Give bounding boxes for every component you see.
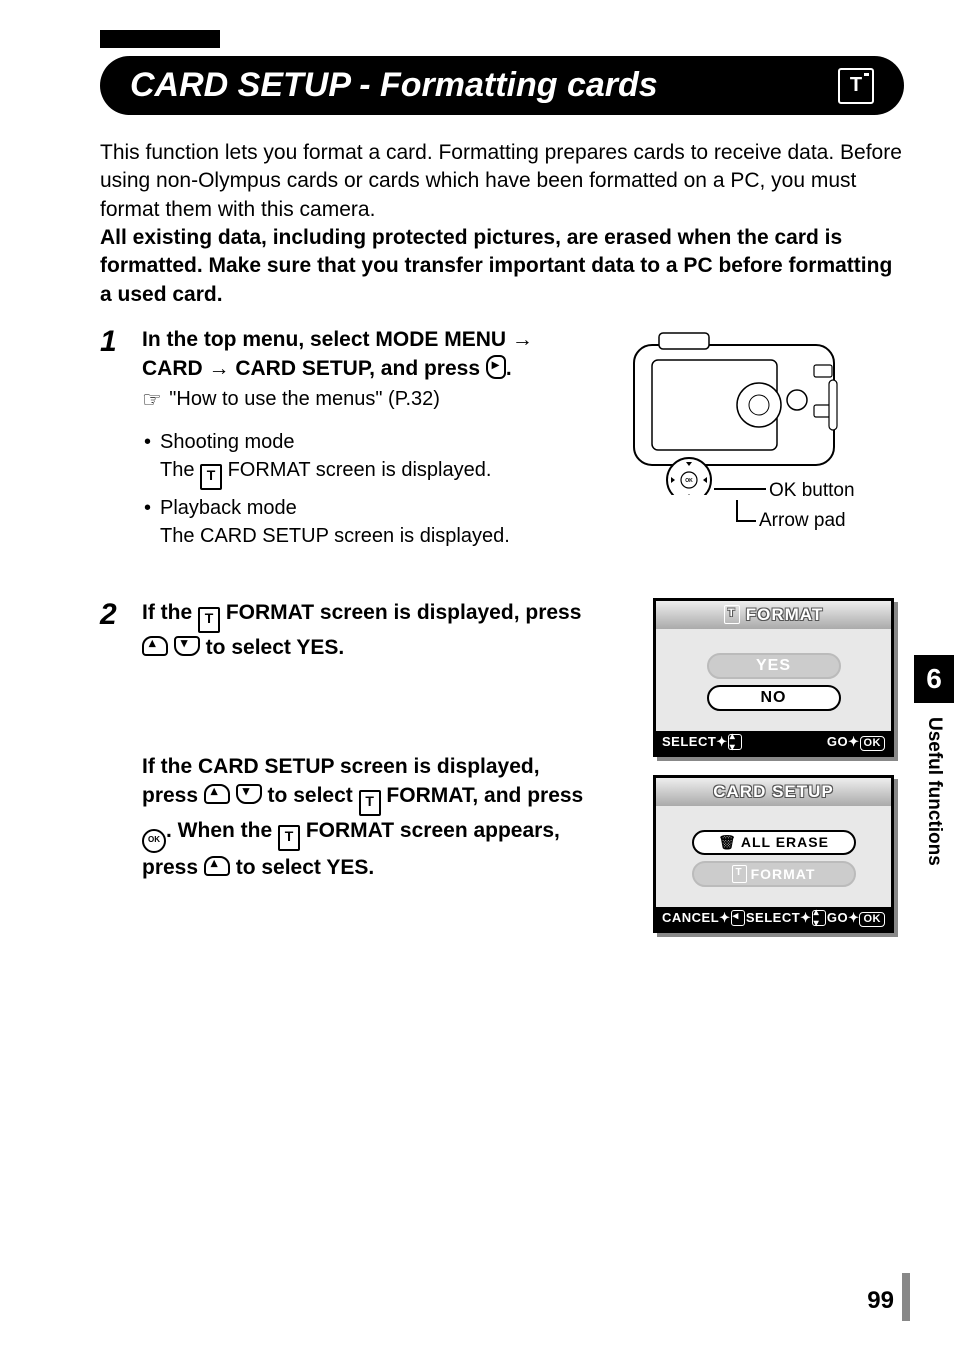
reference-pointer-icon: ☞	[142, 385, 162, 416]
screen-title: T FORMAT	[656, 601, 891, 629]
page-number: 99	[867, 1287, 894, 1315]
screen-title: CARD SETUP	[656, 778, 891, 806]
card-icon: T	[838, 68, 874, 104]
card-icon: T	[724, 605, 740, 624]
ok-indicator: OK	[860, 736, 886, 751]
page-tab-marker	[100, 30, 220, 48]
step1-bullets: Shooting mode The T FORMAT screen is dis…	[142, 428, 594, 550]
callout-arrow-pad: Arrow pad	[759, 510, 846, 532]
left-icon	[731, 910, 745, 926]
card-icon: T	[359, 790, 381, 816]
intro-paragraph: This function lets you format a card. Fo…	[100, 139, 904, 309]
screen-footer: CANCEL✦ SELECT✦ GO✦OK	[656, 907, 891, 930]
up-arrow-icon	[142, 636, 168, 656]
updown-icon	[812, 910, 826, 926]
manual-page: CARD SETUP - Formatting cards T This fun…	[0, 0, 954, 1345]
ok-indicator: OK	[859, 912, 885, 927]
card-icon: T	[278, 825, 300, 851]
down-arrow-icon	[236, 784, 262, 804]
step2-instruction-a: If the T FORMAT screen is displayed, pre…	[142, 598, 594, 662]
format-option[interactable]: T FORMAT	[692, 861, 856, 887]
right-arrow-icon	[486, 355, 506, 379]
updown-icon	[728, 734, 742, 750]
intro-warning: All existing data, including protected p…	[100, 226, 892, 306]
chapter-tab: 6 Useful functions	[914, 655, 954, 880]
bullet-playback-mode: Playback mode The CARD SETUP screen is d…	[142, 494, 594, 550]
page-number-marker	[902, 1273, 910, 1321]
format-yes-option[interactable]: YES	[707, 653, 841, 679]
step2-instruction-b: If the CARD SETUP screen is displayed, p…	[142, 752, 594, 883]
step1-reference: ☞ "How to use the menus" (P.32)	[142, 388, 440, 410]
bullet-shooting-mode: Shooting mode The T FORMAT screen is dis…	[142, 428, 594, 490]
step-number: 1	[100, 325, 126, 570]
card-icon: T	[200, 464, 222, 490]
card-icon: T	[198, 607, 220, 633]
intro-text: This function lets you format a card. Fo…	[100, 141, 902, 221]
step-2: 2 If the T FORMAT screen is displayed, p…	[100, 598, 904, 951]
all-erase-option[interactable]: 🗑ALL ERASE	[692, 830, 856, 855]
camera-figure: OK OK button Arrow pad	[614, 325, 904, 570]
svg-text:OK: OK	[685, 478, 693, 484]
up-arrow-icon	[204, 784, 230, 804]
down-arrow-icon	[174, 636, 200, 656]
erase-icon: 🗑	[718, 834, 737, 851]
card-setup-screen: CARD SETUP 🗑ALL ERASE T FORMAT CANCEL✦ S…	[653, 775, 894, 933]
steps-list: 1 In the top menu, select MODE MENU → CA…	[100, 325, 904, 951]
format-screen: T FORMAT YES NO SELECT✦ GO✦OK	[653, 598, 894, 757]
card-icon: T	[732, 865, 747, 883]
step1-instruction: In the top menu, select MODE MENU → CARD…	[142, 328, 533, 380]
section-title-bar: CARD SETUP - Formatting cards T	[100, 56, 904, 115]
callout-ok-button: OK button	[769, 480, 855, 502]
chapter-number: 6	[914, 655, 954, 703]
ok-button-icon: OK	[142, 829, 166, 853]
section-title: CARD SETUP - Formatting cards	[130, 66, 658, 105]
step-1: 1 In the top menu, select MODE MENU → CA…	[100, 325, 904, 570]
camera-illustration: OK	[614, 325, 854, 495]
up-arrow-icon	[204, 856, 230, 876]
chapter-label: Useful functions	[923, 703, 945, 880]
screen-footer: SELECT✦ GO✦OK	[656, 731, 891, 754]
step-number: 2	[100, 598, 126, 951]
format-no-option[interactable]: NO	[707, 685, 841, 711]
